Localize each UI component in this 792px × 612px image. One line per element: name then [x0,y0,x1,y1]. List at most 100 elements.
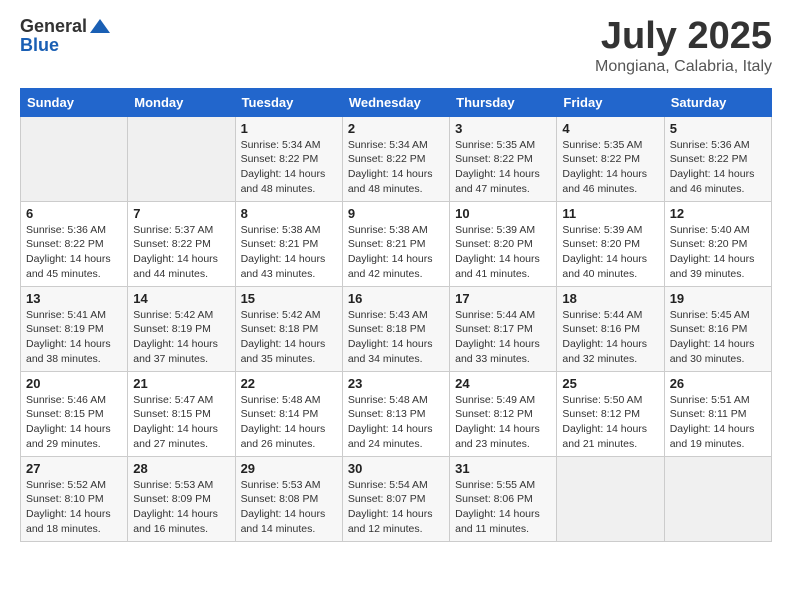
table-row: 12 Sunrise: 5:40 AM Sunset: 8:20 PM Dayli… [664,201,771,286]
day-number: 29 [241,461,337,476]
day-number: 25 [562,376,658,391]
day-detail: Sunrise: 5:35 AM Sunset: 8:22 PM Dayligh… [455,138,551,197]
day-number: 7 [133,206,229,221]
day-number: 22 [241,376,337,391]
table-row: 23Sunrise: 5:48 AM Sunset: 8:13 PM Dayli… [342,371,449,456]
table-row [128,116,235,201]
day-detail: Sunrise: 5:53 AM Sunset: 8:09 PM Dayligh… [133,478,229,537]
day-detail: Sunrise: 5:42 AM Sunset: 8:18 PM Dayligh… [241,308,337,367]
header-saturday: Saturday [664,88,771,116]
day-detail: Sunrise: 5:41 AM Sunset: 8:19 PM Dayligh… [26,308,122,367]
table-row: 9Sunrise: 5:38 AM Sunset: 8:21 PM Daylig… [342,201,449,286]
table-row: 27 Sunrise: 5:52 AM Sunset: 8:10 PM Dayli… [21,456,128,541]
day-number: 12 [670,206,766,221]
header-wednesday: Wednesday [342,88,449,116]
day-detail: Sunrise: 5:36 AM Sunset: 8:22 PM Dayligh… [670,138,766,197]
day-number: 24 [455,376,551,391]
day-number: 13 [26,291,122,306]
day-detail: Sunrise: 5:49 AM Sunset: 8:12 PM Dayligh… [455,393,551,452]
table-row: 30 Sunrise: 5:54 AM Sunset: 8:07 PM Dayli… [342,456,449,541]
table-row: 7 Sunrise: 5:37 AM Sunset: 8:22 PM Daylig… [128,201,235,286]
calendar-week-row: 20Sunrise: 5:46 AM Sunset: 8:15 PM Dayli… [21,371,772,456]
day-detail: Sunrise: 5:46 AM Sunset: 8:15 PM Dayligh… [26,393,122,452]
day-detail: Sunrise: 5:54 AM Sunset: 8:07 PM Dayligh… [348,478,444,537]
day-detail: Sunrise: 5:44 AM Sunset: 8:16 PM Dayligh… [562,308,658,367]
day-number: 26 [670,376,766,391]
header-monday: Monday [128,88,235,116]
day-number: 17 [455,291,551,306]
table-row: 16Sunrise: 5:43 AM Sunset: 8:18 PM Dayli… [342,286,449,371]
location-subtitle: Mongiana, Calabria, Italy [595,58,772,76]
table-row: 8 Sunrise: 5:38 AM Sunset: 8:21 PM Daylig… [235,201,342,286]
day-detail: Sunrise: 5:38 AM Sunset: 8:21 PM Dayligh… [241,223,337,282]
day-number: 10 [455,206,551,221]
header-tuesday: Tuesday [235,88,342,116]
table-row: 10 Sunrise: 5:39 AM Sunset: 8:20 PM Dayli… [450,201,557,286]
day-number: 30 [348,461,444,476]
header: General Blue July 2025 Mongiana, Calabri… [20,16,772,76]
title-block: July 2025 Mongiana, Calabria, Italy [595,16,772,76]
day-detail: Sunrise: 5:43 AM Sunset: 8:18 PM Dayligh… [348,308,444,367]
table-row: 19 Sunrise: 5:45 AM Sunset: 8:16 PM Dayli… [664,286,771,371]
day-detail: Sunrise: 5:52 AM Sunset: 8:10 PM Dayligh… [26,478,122,537]
day-detail: Sunrise: 5:55 AM Sunset: 8:06 PM Dayligh… [455,478,551,537]
day-detail: Sunrise: 5:45 AM Sunset: 8:16 PM Dayligh… [670,308,766,367]
table-row: 21 Sunrise: 5:47 AM Sunset: 8:15 PM Dayli… [128,371,235,456]
day-number: 15 [241,291,337,306]
day-detail: Sunrise: 5:39 AM Sunset: 8:20 PM Dayligh… [455,223,551,282]
table-row: 25Sunrise: 5:50 AM Sunset: 8:12 PM Dayli… [557,371,664,456]
day-detail: Sunrise: 5:34 AM Sunset: 8:22 PM Dayligh… [348,138,444,197]
header-friday: Friday [557,88,664,116]
day-number: 8 [241,206,337,221]
logo-blue: Blue [20,35,59,56]
table-row: 15 Sunrise: 5:42 AM Sunset: 8:18 PM Dayli… [235,286,342,371]
day-number: 2 [348,121,444,136]
table-row: 26 Sunrise: 5:51 AM Sunset: 8:11 PM Dayli… [664,371,771,456]
table-row: 20Sunrise: 5:46 AM Sunset: 8:15 PM Dayli… [21,371,128,456]
day-number: 28 [133,461,229,476]
table-row [664,456,771,541]
day-detail: Sunrise: 5:48 AM Sunset: 8:14 PM Dayligh… [241,393,337,452]
day-number: 1 [241,121,337,136]
month-year-title: July 2025 [595,16,772,58]
day-number: 14 [133,291,229,306]
day-number: 31 [455,461,551,476]
day-number: 5 [670,121,766,136]
table-row: 4Sunrise: 5:35 AM Sunset: 8:22 PM Daylig… [557,116,664,201]
table-row [21,116,128,201]
calendar-week-row: 6 Sunrise: 5:36 AM Sunset: 8:22 PM Daylig… [21,201,772,286]
calendar-week-row: 27 Sunrise: 5:52 AM Sunset: 8:10 PM Dayli… [21,456,772,541]
day-detail: Sunrise: 5:51 AM Sunset: 8:11 PM Dayligh… [670,393,766,452]
calendar-body: 1 Sunrise: 5:34 AM Sunset: 8:22 PM Daylig… [21,116,772,541]
table-row: 28 Sunrise: 5:53 AM Sunset: 8:09 PM Dayli… [128,456,235,541]
header-sunday: Sunday [21,88,128,116]
day-detail: Sunrise: 5:40 AM Sunset: 8:20 PM Dayligh… [670,223,766,282]
table-row: 6 Sunrise: 5:36 AM Sunset: 8:22 PM Daylig… [21,201,128,286]
table-row [557,456,664,541]
logo-line: General [20,16,110,37]
day-number: 21 [133,376,229,391]
day-number: 19 [670,291,766,306]
logo-triangle-icon [90,19,110,33]
day-number: 3 [455,121,551,136]
table-row: 18Sunrise: 5:44 AM Sunset: 8:16 PM Dayli… [557,286,664,371]
day-number: 4 [562,121,658,136]
day-number: 11 [562,206,658,221]
day-detail: Sunrise: 5:36 AM Sunset: 8:22 PM Dayligh… [26,223,122,282]
table-row: 24 Sunrise: 5:49 AM Sunset: 8:12 PM Dayli… [450,371,557,456]
day-detail: Sunrise: 5:37 AM Sunset: 8:22 PM Dayligh… [133,223,229,282]
day-detail: Sunrise: 5:53 AM Sunset: 8:08 PM Dayligh… [241,478,337,537]
table-row: 3 Sunrise: 5:35 AM Sunset: 8:22 PM Daylig… [450,116,557,201]
table-row: 14Sunrise: 5:42 AM Sunset: 8:19 PM Dayli… [128,286,235,371]
day-detail: Sunrise: 5:34 AM Sunset: 8:22 PM Dayligh… [241,138,337,197]
weekday-header-row: Sunday Monday Tuesday Wednesday Thursday… [21,88,772,116]
day-number: 6 [26,206,122,221]
page: General Blue July 2025 Mongiana, Calabri… [0,0,792,558]
table-row: 31 Sunrise: 5:55 AM Sunset: 8:06 PM Dayli… [450,456,557,541]
calendar-header: Sunday Monday Tuesday Wednesday Thursday… [21,88,772,116]
header-thursday: Thursday [450,88,557,116]
table-row: 5 Sunrise: 5:36 AM Sunset: 8:22 PM Daylig… [664,116,771,201]
day-detail: Sunrise: 5:38 AM Sunset: 8:21 PM Dayligh… [348,223,444,282]
day-detail: Sunrise: 5:47 AM Sunset: 8:15 PM Dayligh… [133,393,229,452]
day-number: 27 [26,461,122,476]
